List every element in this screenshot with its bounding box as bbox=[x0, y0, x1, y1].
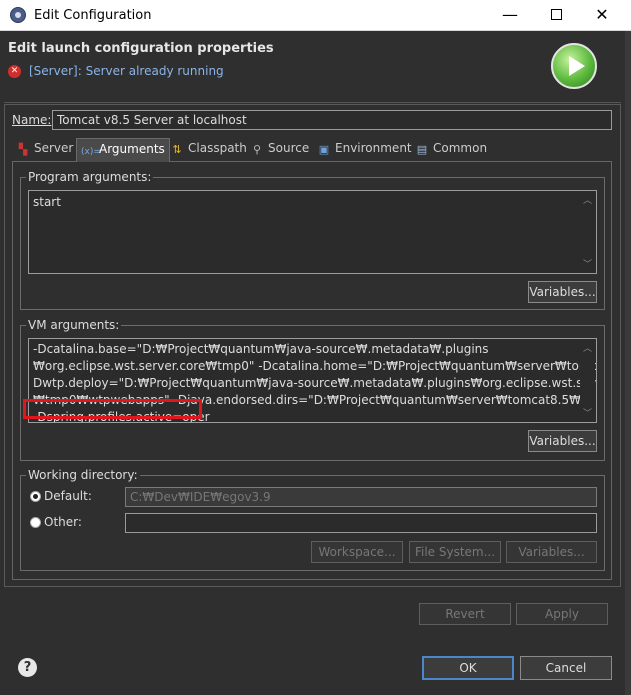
maximize-button[interactable] bbox=[533, 0, 579, 31]
tab-common[interactable]: ▤ Common bbox=[411, 138, 491, 162]
other-label: Other: bbox=[44, 515, 82, 529]
tab-label: Server bbox=[34, 141, 74, 155]
cancel-button[interactable]: Cancel bbox=[520, 656, 612, 680]
file-system-button[interactable]: File System... bbox=[409, 541, 501, 563]
scroll-down-icon[interactable]: ﹀ bbox=[583, 406, 592, 419]
background-window-edge bbox=[625, 31, 631, 695]
ok-button[interactable]: OK bbox=[422, 656, 514, 680]
tab-classpath[interactable]: ⇅ Classpath bbox=[166, 138, 251, 162]
vm-variables-button[interactable]: Variables... bbox=[528, 430, 597, 452]
default-label: Default: bbox=[44, 489, 92, 503]
name-input[interactable] bbox=[52, 110, 612, 130]
tab-label: Arguments bbox=[99, 142, 165, 156]
vm-arguments-label: VM arguments: bbox=[26, 318, 122, 332]
maximize-icon bbox=[550, 8, 562, 20]
tab-label: Classpath bbox=[188, 141, 247, 155]
vm-arguments-line: ₩org.eclipse.wst.server.core₩tmp0" -Dcat… bbox=[33, 359, 597, 373]
window-title: Edit Configuration bbox=[34, 8, 152, 23]
vm-arguments-scrollbar[interactable]: ︿ ﹀ bbox=[580, 339, 595, 422]
eclipse-app-icon bbox=[10, 7, 26, 23]
name-label: Name: bbox=[12, 113, 52, 127]
red-highlight-box bbox=[23, 399, 202, 419]
run-configuration-icon bbox=[551, 43, 597, 89]
error-icon: ✕ bbox=[8, 65, 21, 78]
tab-arguments[interactable]: (x)=Arguments bbox=[76, 138, 170, 162]
tab-environment[interactable]: ▣ Environment bbox=[313, 138, 416, 162]
vm-arguments-line: Dwtp.deploy="D:₩Project₩quantum₩java-sou… bbox=[33, 376, 597, 390]
program-arguments-text: start bbox=[33, 195, 61, 209]
vm-arguments-line: -Dcatalina.base="D:₩Project₩quantum₩java… bbox=[33, 342, 489, 356]
minimize-button[interactable]: — bbox=[487, 0, 533, 31]
arguments-icon: (x)= bbox=[81, 147, 101, 157]
tab-label: Environment bbox=[335, 141, 412, 155]
working-directory-label: Working directory: bbox=[26, 468, 140, 482]
close-button[interactable]: ✕ bbox=[579, 0, 625, 31]
program-arguments-input[interactable]: start bbox=[28, 190, 597, 274]
program-arguments-scrollbar[interactable]: ︿ ﹀ bbox=[580, 191, 595, 273]
source-icon: ⚲ bbox=[252, 143, 262, 156]
common-icon: ▤ bbox=[416, 143, 428, 156]
default-radio[interactable] bbox=[30, 491, 41, 502]
program-arguments-label: Program arguments: bbox=[26, 170, 154, 184]
error-message: [Server]: Server already running bbox=[29, 64, 224, 78]
working-variables-button[interactable]: Variables... bbox=[506, 541, 597, 563]
other-radio[interactable] bbox=[30, 517, 41, 528]
scroll-up-icon[interactable]: ︿ bbox=[583, 193, 592, 206]
workspace-button[interactable]: Workspace... bbox=[311, 541, 403, 563]
help-icon[interactable]: ? bbox=[18, 658, 37, 677]
tab-bar: ▚ Server (x)=Arguments ⇅ Classpath ⚲ Source… bbox=[12, 138, 612, 162]
dialog-header-title: Edit launch configuration properties bbox=[8, 41, 274, 56]
tab-source[interactable]: ⚲ Source bbox=[246, 138, 313, 162]
header-separator bbox=[4, 102, 621, 103]
scroll-up-icon[interactable]: ︿ bbox=[583, 341, 592, 354]
program-variables-button[interactable]: Variables... bbox=[528, 281, 597, 303]
environment-icon: ▣ bbox=[318, 143, 330, 156]
default-directory-field: C:₩Dev₩IDE₩egov3.9 bbox=[125, 487, 597, 507]
server-icon: ▚ bbox=[18, 143, 28, 156]
scroll-down-icon[interactable]: ﹀ bbox=[583, 257, 592, 270]
tab-label: Source bbox=[268, 141, 310, 155]
other-directory-input[interactable] bbox=[125, 513, 597, 533]
classpath-icon: ⇅ bbox=[172, 143, 182, 156]
revert-button[interactable]: Revert bbox=[419, 603, 511, 625]
apply-button[interactable]: Apply bbox=[516, 603, 608, 625]
tab-label: Common bbox=[433, 141, 488, 155]
tab-server[interactable]: ▚ Server bbox=[12, 138, 77, 162]
